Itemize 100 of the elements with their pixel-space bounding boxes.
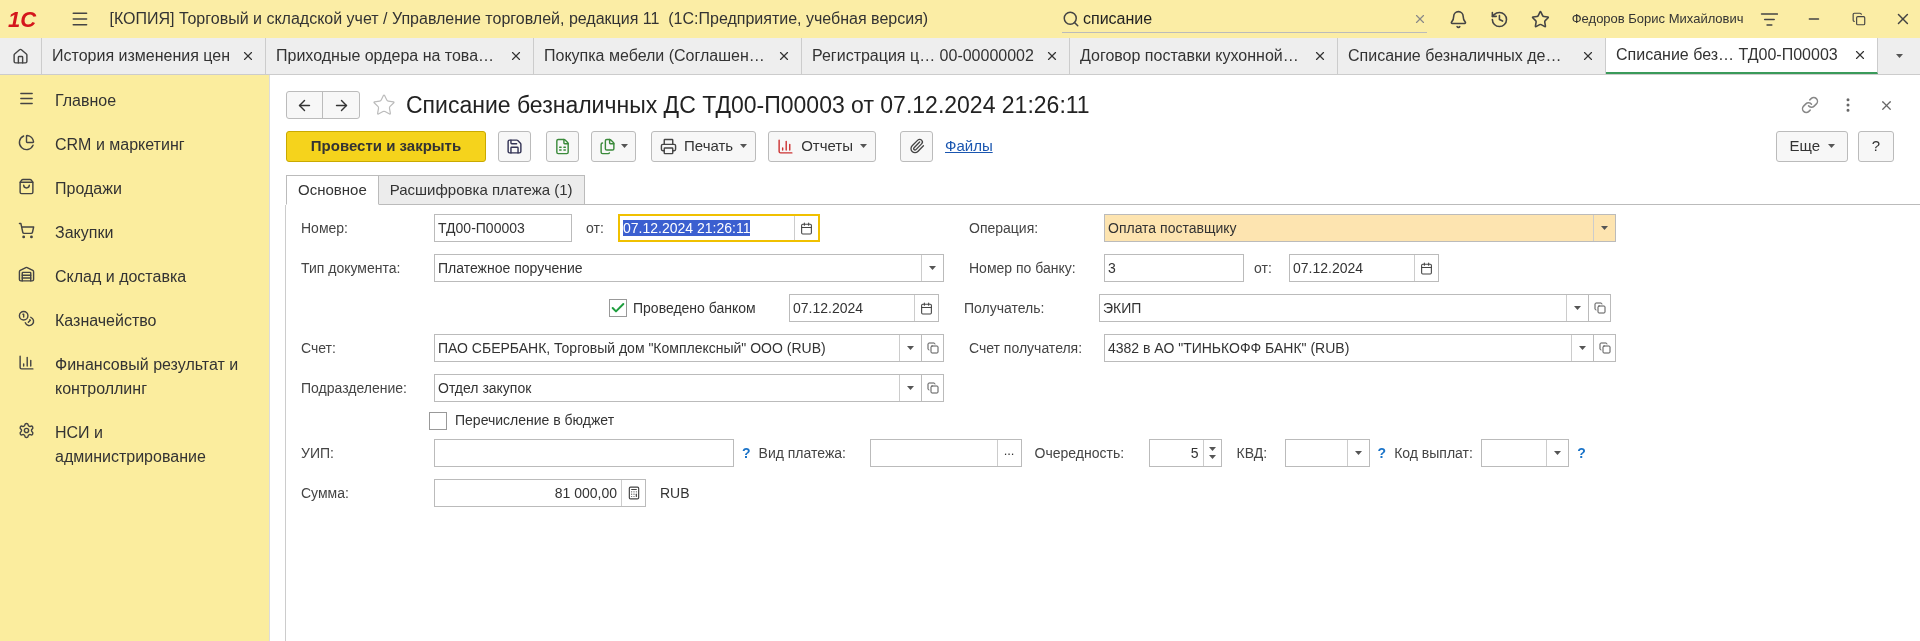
printer-icon [660,137,677,155]
close-icon [1045,49,1059,63]
report-icon [777,137,795,155]
open-icon [1593,302,1606,314]
open-button[interactable] [1589,294,1611,322]
caret-icon [907,346,914,350]
sidebar-item[interactable]: Склад и доставка [0,255,269,299]
calendar-icon [920,301,933,315]
field-label: Код выплат: [1394,443,1474,463]
files-link[interactable]: Файлы [945,134,993,158]
bell-icon[interactable] [1449,9,1468,29]
sidebar-item[interactable]: Казначейство [0,299,269,343]
open-button[interactable] [922,374,944,402]
post-and-close-button[interactable]: Провести и закрыть [286,130,486,162]
open-button[interactable] [922,334,944,362]
gear-icon [18,422,35,439]
sidebar-item[interactable]: Главное [0,79,269,123]
form-tab[interactable]: Основное [286,175,379,205]
cart-icon [18,222,35,239]
recipient-account-select[interactable]: 4382 в АО "ТИНЬКОФФ БАНК" (RUB) [1104,334,1594,362]
bank-posted-date-field[interactable]: 07.12.2024 [789,294,939,322]
more-button[interactable]: Еще [1776,130,1848,162]
caret-icon [929,266,936,270]
window-title: [КОПИЯ] Торговый и складской учет / Управление торговлей, редакция 11 (1С:Предприятие, учебная версия) [109,9,930,29]
star-icon[interactable] [1530,9,1550,29]
bag-icon [18,178,35,195]
save-icon [506,137,523,155]
department-select[interactable]: Отдел закупок [434,374,922,402]
window-tab[interactable]: Приходные ордера на това… [266,38,534,74]
caret-icon [1895,54,1903,58]
field-label: Получатель: [964,298,1046,318]
home-icon [12,47,29,65]
post-button[interactable] [546,130,579,162]
link-icon[interactable] [1801,96,1819,114]
help-button[interactable]: ? [1858,130,1894,162]
window-tab[interactable]: Регистрация ц… 00-00000002 [802,38,1070,74]
field-label: Номер: [301,218,349,238]
field-label: Счет: [301,338,337,358]
sidebar-item[interactable]: Финансовый результат и контроллинг [0,343,269,411]
priority-field[interactable]: 5 [1148,439,1222,467]
select-button[interactable]: ... [996,440,1021,466]
field-label: Операция: [969,218,1040,238]
caret-icon [740,144,748,148]
help-link[interactable]: ? [1377,442,1387,464]
window-tab[interactable]: История изменения цен [42,38,266,74]
help-link[interactable]: ? [1577,442,1586,464]
recipient-select[interactable]: ЭКИП [1099,294,1589,322]
open-button[interactable] [1594,334,1616,362]
account-select[interactable]: ПАО СБЕРБАНК, Торговый дом "Комплексный" ООО (RUB) [434,334,922,362]
caret-icon [1601,226,1608,230]
caret-icon [860,144,867,148]
caret-icon [1354,451,1362,455]
close-icon [1581,49,1595,63]
field-label: Счет получателя: [969,338,1084,358]
field-label: Очередность: [1034,443,1126,463]
caret-icon [907,386,914,390]
checkbox-label: Проведено банком [633,298,757,318]
document-type-select[interactable]: Платежное поручение [434,254,944,282]
bank-number-field[interactable]: 3 [1104,254,1244,282]
close-icon [777,49,791,63]
sidebar-item[interactable]: НСИ и администрирование [0,411,269,479]
close-icon [1853,48,1867,62]
checkbox[interactable] [429,411,447,430]
caret-icon [621,144,628,148]
sidebar-item[interactable]: Закупки [0,211,269,255]
window-tab[interactable]: Договор поставки кухонной… [1070,38,1338,74]
help-link[interactable]: ? [742,442,751,464]
sidebar-item[interactable]: CRM и маркетинг [0,123,269,167]
print-button[interactable]: Печать [651,130,757,162]
reports-button[interactable]: Отчеты [768,130,876,162]
field-label: Сумма: [301,483,350,503]
form-tab[interactable]: Расшифровка платежа (1) [378,175,585,205]
restore-icon[interactable] [1852,12,1867,26]
user-name[interactable]: Федоров Борис Михайлович [1571,9,1744,29]
date-field[interactable]: 07.12.2024 21:26:11 [618,214,820,242]
amount-field[interactable]: 81 000,00 [434,479,646,507]
open-icon [926,342,939,354]
field-label: Подразделение: [301,378,408,398]
pie-chart-icon [18,134,35,151]
caret-icon [1574,306,1581,310]
create-based-button[interactable] [591,130,636,162]
field-label: КВД: [1236,443,1269,463]
operation-select[interactable]: Оплата поставщику [1104,214,1616,242]
save-button[interactable] [498,130,531,162]
coins-icon [18,310,35,327]
checkbox[interactable] [609,299,627,317]
payment-kind-field[interactable]: ... [869,439,1022,467]
bank-date-field[interactable]: 07.12.2024 [1289,254,1439,282]
attach-button[interactable] [900,130,933,162]
window-tab[interactable]: Списание без… ТД00-П00003 [1606,38,1878,74]
uip-field[interactable] [434,439,734,467]
warehouse-icon [18,266,35,283]
history-icon[interactable] [1490,9,1509,29]
close-icon [509,49,523,63]
window-tab[interactable]: Покупка мебели (Соглашен… [534,38,802,74]
logo: 1С [8,5,38,34]
sidebar-item[interactable]: Продажи [0,167,269,211]
caret-icon [1828,144,1835,148]
field-label: Тип документа: [301,258,402,278]
number-field[interactable]: ТД00-П00003 [434,214,572,242]
